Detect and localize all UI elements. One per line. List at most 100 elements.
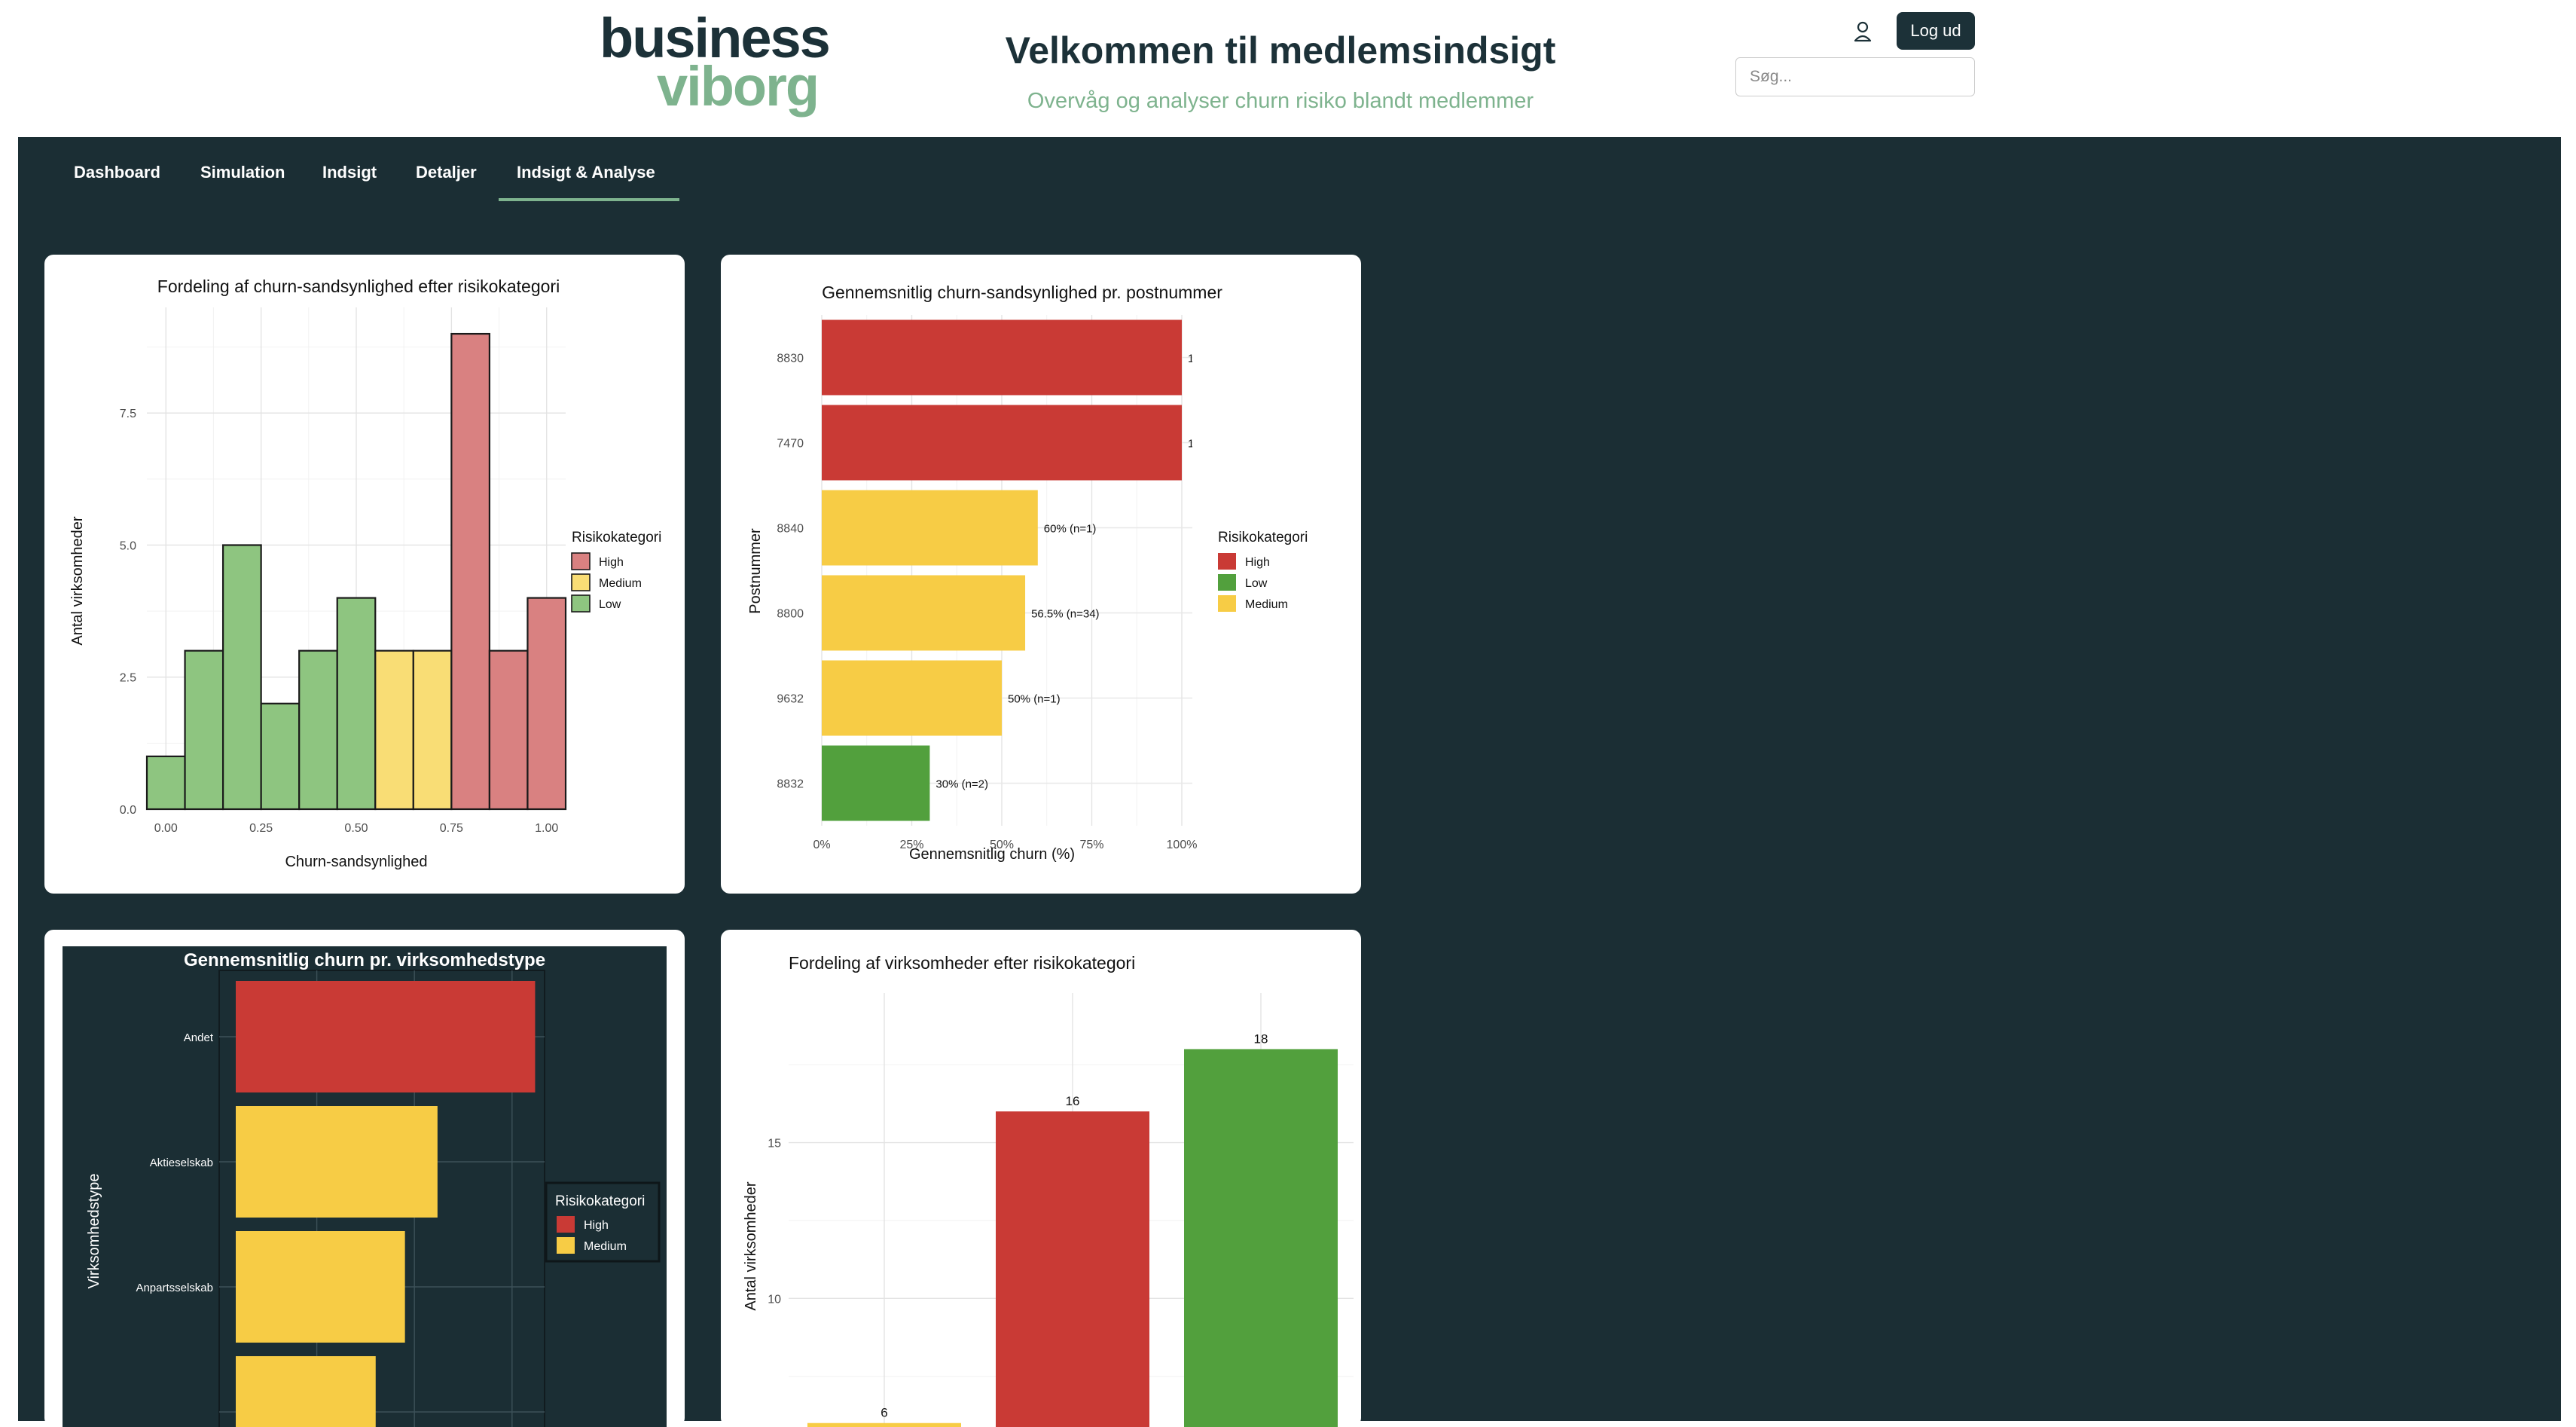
chart-title: Fordeling af virksomheder efter risikoka… bbox=[789, 953, 1135, 973]
x-tick-label: 100% bbox=[1167, 839, 1198, 851]
bar-value-label: 16 bbox=[1066, 1094, 1080, 1108]
legend-label: High bbox=[584, 1219, 609, 1232]
chart-title: Gennemsnitlig churn-sandsynlighed pr. po… bbox=[822, 283, 1222, 302]
chart-card-postnummer: Gennemsnitlig churn-sandsynlighed pr. po… bbox=[721, 255, 1361, 894]
legend-swatch bbox=[557, 1237, 575, 1254]
postnummer-bar bbox=[822, 319, 1182, 396]
histogram-bar bbox=[336, 597, 377, 811]
active-tab-indicator bbox=[499, 198, 679, 201]
virksomhedstype-bar bbox=[236, 981, 536, 1092]
bar-value-label: 30% (n=2) bbox=[935, 778, 988, 791]
histogram-bar bbox=[374, 649, 414, 811]
page-title: Velkommen til medlemsindsigt bbox=[1005, 29, 1556, 72]
legend-swatch bbox=[557, 1216, 575, 1233]
y-axis-label: Virksomhedstype bbox=[86, 1173, 102, 1288]
postnummer-chart: Gennemsnitlig churn-sandsynlighed pr. po… bbox=[747, 283, 1308, 863]
tab-indsigt-analyse[interactable]: Indsigt & Analyse bbox=[517, 163, 655, 182]
chart-card-virksomhedstype: Gennemsnitlig churn pr. virksomhedstype A… bbox=[44, 930, 685, 1427]
legend-label: Low bbox=[599, 598, 621, 611]
y-tick-label: 7470 bbox=[777, 438, 804, 451]
search-input[interactable] bbox=[1735, 57, 1975, 96]
chart-card-risikokategori: Fordeling af virksomheder efter risikoka… bbox=[721, 930, 1361, 1427]
legend-swatch bbox=[1218, 553, 1236, 570]
legend-label: Medium bbox=[584, 1240, 627, 1253]
histogram-chart: Fordeling af churn-sandsynlighed efter r… bbox=[69, 277, 661, 870]
x-tick-label: 0.75 bbox=[440, 822, 463, 835]
histogram-bar bbox=[260, 702, 301, 811]
legend-title: Risikokategori bbox=[1218, 530, 1308, 545]
tab-indsigt[interactable]: Indsigt bbox=[322, 163, 377, 182]
histogram-bar bbox=[145, 755, 186, 811]
y-tick-label: 15 bbox=[768, 1138, 781, 1150]
plot-clip-mask bbox=[1192, 315, 1215, 826]
virksomhedstype-bar bbox=[236, 1356, 376, 1427]
bar-value-label: 6 bbox=[881, 1406, 887, 1420]
histogram-bar bbox=[526, 597, 567, 811]
legend-label: High bbox=[599, 556, 624, 569]
legend-label: High bbox=[1245, 556, 1270, 569]
histogram-bar bbox=[450, 332, 491, 811]
y-tick-label: 10 bbox=[768, 1293, 781, 1306]
y-tick-label: 2.5 bbox=[120, 672, 136, 685]
legend-label: Low bbox=[1245, 577, 1268, 590]
x-tick-label: 75% bbox=[1079, 839, 1103, 851]
postnummer-bar bbox=[822, 405, 1182, 481]
histogram-bar bbox=[488, 649, 529, 811]
legend-swatch bbox=[1218, 574, 1236, 591]
virksomhedstype-chart: Gennemsnitlig churn pr. virksomhedstype A… bbox=[63, 946, 667, 1427]
legend-title: Risikokategori bbox=[555, 1193, 645, 1209]
nav-tabs: Dashboard Simulation Indsigt Detaljer In… bbox=[18, 137, 2561, 202]
legend-label: Medium bbox=[599, 577, 642, 590]
y-tick-label: Aktieselskab bbox=[150, 1157, 213, 1169]
y-tick-label: 8830 bbox=[777, 353, 804, 365]
x-tick-label: 1.00 bbox=[535, 822, 558, 835]
chart-title: Gennemsnitlig churn pr. virksomhedstype bbox=[184, 950, 545, 970]
logo-text-viborg: viborg bbox=[657, 55, 819, 118]
bar-value-label: 50% (n=1) bbox=[1008, 693, 1061, 706]
bar-value-label: 60% (n=1) bbox=[1044, 523, 1097, 536]
logo[interactable]: business viborg bbox=[600, 11, 841, 116]
risikokategori-bar bbox=[996, 1111, 1149, 1427]
postnummer-bar bbox=[822, 490, 1038, 566]
virksomhedstype-bar bbox=[236, 1231, 405, 1343]
bar-value-label: 18 bbox=[1254, 1031, 1268, 1046]
y-axis-label: Antal virksomheder bbox=[69, 516, 86, 646]
main-panel: Dashboard Simulation Indsigt Detaljer In… bbox=[18, 137, 2561, 1427]
legend-swatch bbox=[571, 552, 591, 570]
histogram-bar bbox=[298, 649, 338, 811]
legend-title: Risikokategori bbox=[572, 530, 661, 545]
bar-value-label: 56.5% (n=34) bbox=[1031, 608, 1099, 621]
y-tick-label: Anpartsselskab bbox=[136, 1282, 213, 1294]
histogram-bar bbox=[221, 544, 262, 811]
y-tick-label: 5.0 bbox=[120, 539, 136, 552]
postnummer-bar bbox=[822, 575, 1026, 651]
legend-swatch bbox=[571, 594, 591, 613]
y-tick-label: Andet bbox=[184, 1031, 214, 1044]
y-axis-label: Postnummer bbox=[747, 528, 764, 614]
risikokategori-chart: Fordeling af virksomheder efter risikoka… bbox=[743, 953, 1354, 1427]
x-tick-label: 0.00 bbox=[154, 822, 178, 835]
risikokategori-bar bbox=[807, 1422, 961, 1427]
risikokategori-bar bbox=[1184, 1049, 1338, 1427]
x-tick-label: 0% bbox=[813, 839, 830, 851]
x-axis-label: Gennemsnitlig churn (%) bbox=[909, 846, 1075, 863]
tab-detaljer[interactable]: Detaljer bbox=[416, 163, 477, 182]
postnummer-bar bbox=[822, 745, 930, 821]
tab-simulation[interactable]: Simulation bbox=[200, 163, 285, 182]
x-tick-label: 0.50 bbox=[344, 822, 368, 835]
y-tick-label: 0.0 bbox=[120, 804, 136, 817]
header: business viborg Velkommen til medlemsind… bbox=[0, 0, 2576, 137]
logout-button[interactable]: Log ud bbox=[1897, 12, 1975, 50]
x-axis-label: Churn-sandsynlighed bbox=[285, 854, 427, 870]
chart-card-histogram: Fordeling af churn-sandsynlighed efter r… bbox=[44, 255, 685, 894]
user-icon[interactable] bbox=[1851, 18, 1874, 45]
tab-dashboard[interactable]: Dashboard bbox=[74, 163, 160, 182]
histogram-bar bbox=[412, 649, 453, 811]
y-tick-label: 8800 bbox=[777, 608, 804, 621]
postnummer-bar bbox=[822, 660, 1002, 736]
histogram-bar bbox=[184, 649, 224, 811]
legend-label: Medium bbox=[1245, 598, 1288, 611]
legend-swatch bbox=[571, 573, 591, 591]
legend-swatch bbox=[1218, 595, 1236, 612]
y-axis-label: Antal virksomheder bbox=[743, 1181, 759, 1311]
